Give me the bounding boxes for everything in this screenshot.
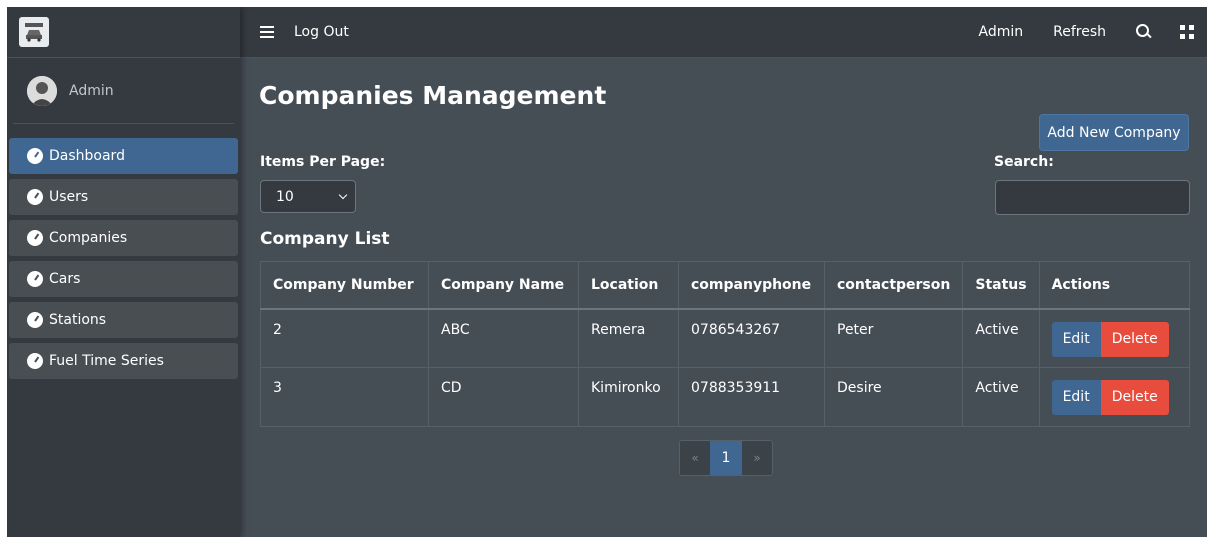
sidebar-item-label: Dashboard: [49, 148, 125, 164]
cell-actions: Edit Delete: [1038, 308, 1191, 368]
cell-company-number: 2: [260, 308, 429, 368]
edit-button[interactable]: Edit: [1051, 380, 1101, 415]
car-garage-icon: [19, 17, 49, 47]
items-per-page-label: Items Per Page:: [260, 154, 386, 170]
column-header[interactable]: Company Number: [260, 261, 429, 310]
companies-table: Company Number Company Name Location com…: [260, 261, 1191, 427]
logout-link[interactable]: Log Out: [294, 24, 349, 40]
sidebar-item-dashboard[interactable]: Dashboard: [9, 138, 238, 174]
user-name: Admin: [69, 82, 114, 99]
delete-button[interactable]: Delete: [1100, 321, 1169, 357]
sidebar-item-label: Companies: [49, 230, 128, 246]
sidebar-item-cars[interactable]: Cars: [9, 261, 238, 297]
cell-location: Kimironko: [578, 367, 679, 427]
topbar: Log Out Admin Refresh: [240, 7, 1207, 58]
tachometer-icon: [27, 312, 43, 328]
search-label: Search:: [994, 154, 1054, 170]
cell-company-name: ABC: [428, 308, 579, 368]
edit-button[interactable]: Edit: [1051, 321, 1101, 357]
column-header[interactable]: Location: [578, 261, 679, 310]
cell-company-number: 3: [260, 367, 429, 427]
tachometer-icon: [27, 148, 43, 164]
pagination-page-1[interactable]: 1: [710, 441, 742, 475]
search-input[interactable]: [995, 180, 1190, 215]
sidebar-item-label: Stations: [49, 312, 107, 328]
cell-status: Active: [962, 367, 1040, 427]
refresh-link[interactable]: Refresh: [1053, 24, 1106, 40]
pagination-next[interactable]: »: [742, 441, 772, 475]
column-header[interactable]: Company Name: [428, 261, 579, 310]
user-avatar-icon: [27, 75, 57, 106]
table-row: 2 ABC Remera 0786543267 Peter Active Edi…: [260, 308, 1191, 368]
admin-link[interactable]: Admin: [979, 24, 1024, 40]
items-per-page-value: 10: [276, 188, 294, 205]
cell-contact-person: Peter: [823, 308, 964, 368]
cell-status: Active: [962, 308, 1040, 368]
topbar-right: Admin Refresh: [979, 24, 1208, 40]
cell-location: Remera: [578, 308, 679, 368]
expand-icon[interactable]: [1180, 25, 1194, 39]
sidebar-item-companies[interactable]: Companies: [9, 220, 238, 256]
column-header[interactable]: contactperson: [823, 261, 964, 310]
pagination: « 1 »: [679, 440, 773, 476]
sidebar-item-fuel-time-series[interactable]: Fuel Time Series: [9, 343, 238, 379]
cell-actions: Edit Delete: [1038, 367, 1191, 427]
cell-contact-person: Desire: [823, 367, 964, 427]
user-panel[interactable]: Admin: [13, 58, 234, 124]
sidebar-item-stations[interactable]: Stations: [9, 302, 238, 338]
search-icon[interactable]: [1136, 24, 1152, 40]
column-header[interactable]: Status: [962, 261, 1040, 310]
add-company-button[interactable]: Add New Company: [1039, 114, 1189, 151]
hamburger-menu-icon[interactable]: [260, 26, 274, 38]
tachometer-icon: [27, 189, 43, 205]
sidebar-item-label: Cars: [49, 271, 81, 287]
sidebar-item-users[interactable]: Users: [9, 179, 238, 215]
cell-phone: 0786543267: [678, 308, 825, 368]
sidebar-item-label: Fuel Time Series: [49, 353, 164, 369]
pagination-prev[interactable]: «: [680, 441, 710, 475]
sidebar-item-label: Users: [49, 189, 89, 205]
column-header[interactable]: Actions: [1038, 261, 1191, 310]
main-content: Companies Management Add New Company Ite…: [240, 58, 1207, 537]
items-per-page-select[interactable]: 10: [260, 180, 356, 213]
column-header[interactable]: companyphone: [678, 261, 825, 310]
tachometer-icon: [27, 353, 43, 369]
cell-company-name: CD: [428, 367, 579, 427]
app-window: Admin Dashboard Users Companies Cars Sta…: [7, 7, 1207, 537]
sidebar: Admin Dashboard Users Companies Cars Sta…: [7, 7, 240, 537]
tachometer-icon: [27, 230, 43, 246]
table-header-row: Company Number Company Name Location com…: [260, 261, 1191, 310]
table-row: 3 CD Kimironko 0788353911 Desire Active …: [260, 367, 1191, 427]
page-title: Companies Management: [259, 81, 607, 110]
chevron-down-icon: [338, 190, 348, 200]
tachometer-icon: [27, 271, 43, 287]
delete-button[interactable]: Delete: [1100, 380, 1169, 415]
cell-phone: 0788353911: [678, 367, 825, 427]
sidebar-nav: Dashboard Users Companies Cars Stations …: [7, 124, 240, 379]
brand[interactable]: [7, 7, 240, 58]
company-list-title: Company List: [260, 229, 390, 249]
